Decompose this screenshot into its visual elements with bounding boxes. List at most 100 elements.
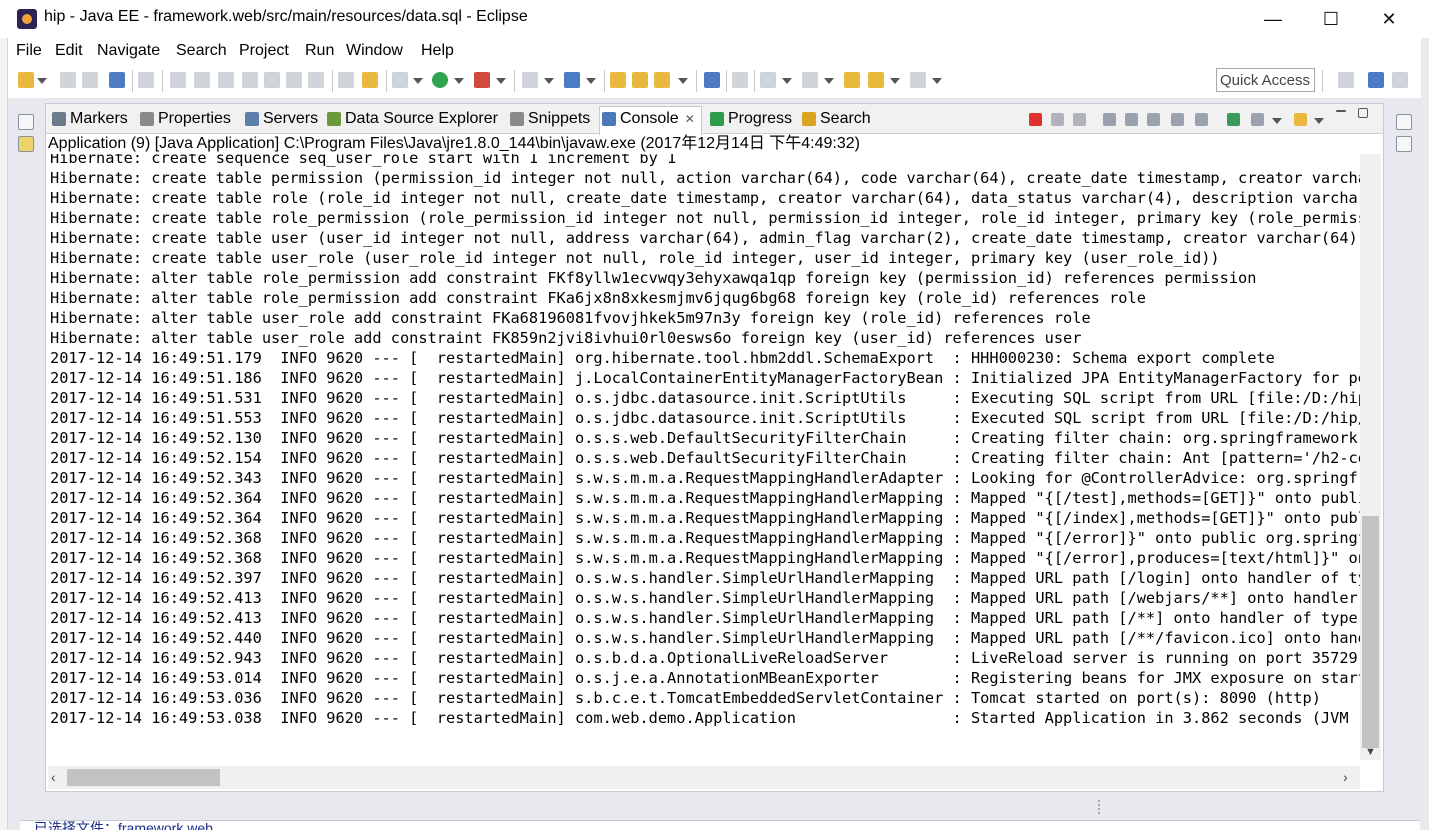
- next-annotation-dropdown-icon[interactable]: [782, 78, 792, 84]
- minimize-button[interactable]: —: [1244, 0, 1302, 38]
- next-annotation-icon[interactable]: [760, 72, 776, 88]
- scroll-down-arrow-icon[interactable]: ▼: [1361, 746, 1380, 762]
- restore-icon[interactable]: [18, 114, 34, 130]
- disconnect-icon[interactable]: [242, 72, 258, 88]
- maximize-view-icon[interactable]: [1358, 108, 1368, 118]
- horizontal-scrollbar[interactable]: [48, 766, 1360, 789]
- console-line: 2017-12-14 16:49:52.440 INFO 9620 --- [ …: [50, 629, 1360, 647]
- back-dropdown-icon[interactable]: [890, 78, 900, 84]
- scroll-left-arrow-icon[interactable]: ‹: [51, 769, 56, 785]
- open-type-icon[interactable]: [610, 72, 626, 88]
- menu-file[interactable]: File: [16, 42, 42, 60]
- menu-edit[interactable]: Edit: [55, 42, 83, 60]
- package-explorer-icon[interactable]: [18, 136, 34, 152]
- step-return-icon[interactable]: [308, 72, 324, 88]
- close-tab-icon[interactable]: ✕: [685, 112, 695, 126]
- debug-icon[interactable]: [392, 72, 408, 88]
- servers-icon: [245, 112, 259, 126]
- java-ee-perspective-icon[interactable]: [1368, 72, 1384, 88]
- new-class-dropdown-icon[interactable]: [586, 78, 596, 84]
- open-console-icon[interactable]: [1294, 113, 1307, 126]
- tab-search[interactable]: Search: [800, 107, 871, 131]
- restore-icon[interactable]: [1396, 114, 1412, 130]
- window-title: hip - Java EE - framework.web/src/main/r…: [44, 8, 528, 25]
- horizontal-scroll-thumb[interactable]: [67, 769, 220, 786]
- search-toolbar-icon[interactable]: [654, 72, 670, 88]
- toggle-markers-icon[interactable]: [732, 72, 748, 88]
- resume-icon[interactable]: [170, 72, 186, 88]
- bottom-view-panel: [20, 820, 1420, 831]
- previous-annotation-dropdown-icon[interactable]: [824, 78, 834, 84]
- forward-dropdown-icon[interactable]: [932, 78, 942, 84]
- forward-icon[interactable]: [910, 72, 926, 88]
- show-on-stderr-icon[interactable]: [1195, 113, 1208, 126]
- console-output[interactable]: Hibernate: create sequence seq_user_role…: [48, 154, 1360, 728]
- terminal-icon[interactable]: [109, 72, 125, 88]
- save-all-icon[interactable]: [82, 72, 98, 88]
- menu-search[interactable]: Search: [176, 42, 227, 60]
- menu-help[interactable]: Help: [421, 42, 454, 60]
- last-edit-location-icon[interactable]: [844, 72, 860, 88]
- display-console-dropdown-icon[interactable]: [1272, 118, 1282, 124]
- quick-access-field[interactable]: Quick Access: [1216, 68, 1315, 92]
- scroll-lock-icon[interactable]: [1125, 113, 1138, 126]
- tab-markers[interactable]: Markers: [50, 107, 128, 131]
- vertical-scroll-thumb[interactable]: [1362, 516, 1379, 748]
- pin-console-icon[interactable]: [1227, 113, 1240, 126]
- suspend-icon[interactable]: [194, 72, 210, 88]
- save-icon[interactable]: [60, 72, 76, 88]
- sash-handle[interactable]: [1098, 800, 1104, 814]
- run-icon[interactable]: [432, 72, 448, 88]
- search-dropdown-icon[interactable]: [678, 78, 688, 84]
- back-icon[interactable]: [868, 72, 884, 88]
- open-task-icon[interactable]: [632, 72, 648, 88]
- menu-window[interactable]: Window: [346, 42, 403, 60]
- open-perspective-icon[interactable]: [1338, 72, 1354, 88]
- new-java-dropdown-icon[interactable]: [544, 78, 554, 84]
- menu-run[interactable]: Run: [305, 42, 334, 60]
- new-class-icon[interactable]: [564, 72, 580, 88]
- console-line: 2017-12-14 16:49:52.397 INFO 9620 --- [ …: [50, 569, 1360, 587]
- tab-properties[interactable]: Properties: [138, 107, 231, 131]
- tab-label: Console: [620, 110, 679, 127]
- debug-perspective-icon[interactable]: [1392, 72, 1408, 88]
- terminate-icon[interactable]: [218, 72, 234, 88]
- step-over-icon[interactable]: [286, 72, 302, 88]
- new-icon[interactable]: [18, 72, 34, 88]
- close-button[interactable]: ✕: [1360, 0, 1418, 38]
- console-line: 2017-12-14 16:49:52.368 INFO 9620 --- [ …: [50, 529, 1360, 547]
- web-browser-icon[interactable]: [704, 72, 720, 88]
- remove-all-terminated-icon[interactable]: [1073, 113, 1086, 126]
- tab-snippets[interactable]: Snippets: [508, 107, 590, 131]
- remove-launch-icon[interactable]: [1051, 113, 1064, 126]
- previous-annotation-icon[interactable]: [802, 72, 818, 88]
- run-dropdown-icon[interactable]: [454, 78, 464, 84]
- tab-console[interactable]: Console ✕: [599, 106, 702, 135]
- use-step-filters-icon[interactable]: [338, 72, 354, 88]
- console-line: 2017-12-14 16:49:51.179 INFO 9620 --- [ …: [50, 349, 1275, 367]
- console-line: 2017-12-14 16:49:52.154 INFO 9620 --- [ …: [50, 449, 1360, 467]
- tab-progress[interactable]: Progress: [708, 107, 792, 131]
- menu-project[interactable]: Project: [239, 42, 289, 60]
- step-into-icon[interactable]: [264, 72, 280, 88]
- minimize-view-icon[interactable]: [1336, 110, 1346, 112]
- terminate-icon[interactable]: [1029, 113, 1042, 126]
- show-on-stdout-icon[interactable]: [1171, 113, 1184, 126]
- new-java-project-icon[interactable]: [522, 72, 538, 88]
- outline-icon[interactable]: [1396, 136, 1412, 152]
- open-console-dropdown-icon[interactable]: [1314, 118, 1324, 124]
- external-tools-dropdown-icon[interactable]: [496, 78, 506, 84]
- external-tools-icon[interactable]: [474, 72, 490, 88]
- tab-servers[interactable]: Servers: [243, 107, 318, 131]
- word-wrap-icon[interactable]: [1147, 113, 1160, 126]
- clear-console-icon[interactable]: [1103, 113, 1116, 126]
- coverage-icon[interactable]: [362, 72, 378, 88]
- skip-breakpoints-icon[interactable]: [138, 72, 154, 88]
- scroll-right-arrow-icon[interactable]: ›: [1343, 769, 1348, 785]
- display-console-icon[interactable]: [1251, 113, 1264, 126]
- tab-data-source-explorer[interactable]: Data Source Explorer: [325, 107, 498, 131]
- new-dropdown-icon[interactable]: [37, 78, 47, 84]
- debug-dropdown-icon[interactable]: [413, 78, 423, 84]
- maximize-button[interactable]: ☐: [1302, 0, 1360, 38]
- menu-navigate[interactable]: Navigate: [97, 42, 160, 60]
